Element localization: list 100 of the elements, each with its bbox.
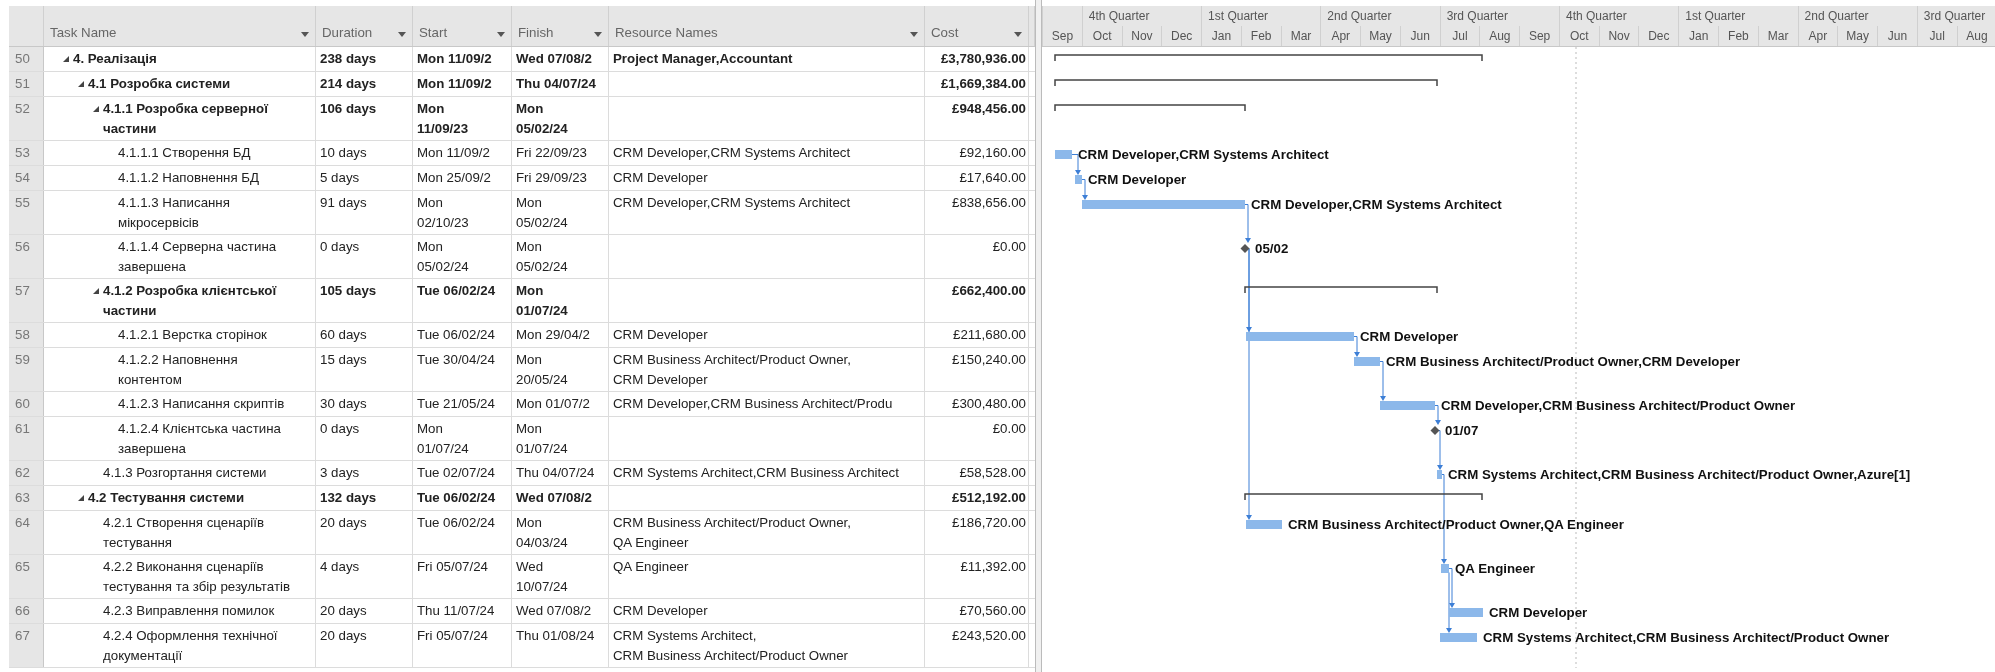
dependency-arrow	[1244, 204, 1251, 243]
duration-value: 0 days	[320, 238, 360, 256]
finish-date: Mon 01/07/24	[516, 282, 568, 320]
column-header[interactable]: Duration	[316, 6, 413, 46]
resource-names: CRM Developer	[613, 326, 708, 344]
row-number: 67	[9, 624, 44, 667]
month-label: Jul	[1452, 29, 1468, 43]
duration-value: 132 days	[320, 489, 377, 507]
dependency-arrow	[1353, 336, 1360, 357]
cost-value: £0.00	[992, 420, 1026, 438]
task-name: 4.2.3 Виправлення помилок	[103, 602, 275, 620]
row-number: 62	[9, 461, 44, 485]
duration-value: 15 days	[320, 351, 367, 369]
resource-names: CRM Developer	[613, 602, 708, 620]
start-date: Mon 01/07/24	[417, 420, 469, 458]
duration-value: 91 days	[320, 194, 367, 212]
start-date: Fri 05/07/24	[417, 558, 488, 576]
task-name: 4.2.2 Виконання сценаріїв тестування та збір результатів	[103, 558, 290, 596]
dropdown-arrow-icon[interactable]	[910, 32, 918, 37]
resource-label: CRM Systems Architect,CRM Business Architect/Product Owner,Azure[1]	[1448, 467, 1911, 482]
row-number: 63	[9, 486, 44, 510]
resource-label: CRM Systems Architect,CRM Business Architect/Product Owner	[1483, 630, 1890, 645]
start-date: Mon 25/09/2	[417, 169, 491, 187]
row-number: 51	[9, 72, 44, 96]
summary-bar[interactable]	[1054, 79, 1438, 87]
task-name: 4.2.4 Оформлення технічної документації	[103, 627, 278, 665]
dropdown-arrow-icon[interactable]	[1014, 32, 1022, 37]
resource-label: CRM Developer	[1088, 172, 1187, 187]
dropdown-arrow-icon[interactable]	[497, 32, 505, 37]
task-name: 4.1.2 Розробка клієнтської частини	[103, 282, 277, 320]
month-label: Jan	[1688, 29, 1709, 43]
collapse-icon[interactable]	[63, 55, 69, 62]
quarter-label: 1st Quarter	[1208, 9, 1269, 23]
column-header[interactable]: Start	[413, 6, 512, 46]
cost-value: £17,640.00	[959, 169, 1026, 187]
summary-bar[interactable]	[1244, 286, 1438, 294]
column-header[interactable]: Task Name	[44, 6, 316, 46]
start-date: Mon 11/09/2	[417, 144, 490, 162]
dropdown-arrow-icon[interactable]	[594, 32, 602, 37]
resource-label: CRM Developer	[1489, 605, 1588, 620]
collapse-icon[interactable]	[78, 80, 84, 87]
row-number: 64	[9, 511, 44, 554]
duration-value: 0 days	[320, 420, 360, 438]
dropdown-arrow-icon[interactable]	[301, 32, 309, 37]
month-label: Feb	[1728, 29, 1749, 43]
month-label: Mar	[1767, 29, 1789, 43]
duration-value: 238 days	[320, 50, 377, 68]
task-name: 4.1.1 Розробка серверної частини	[103, 100, 268, 138]
column-header[interactable]: Resource Names	[609, 6, 925, 46]
resource-names: CRM Systems Architect,CRM Business Architect	[613, 464, 899, 482]
start-date: Tue 06/02/24	[417, 514, 495, 532]
task-name: 4.1.1.3 Написання мікросервісів	[118, 194, 230, 232]
finish-date: Mon 05/02/24	[516, 194, 568, 232]
month-label: May	[1369, 29, 1392, 43]
month-label: Sep	[1528, 29, 1551, 43]
duration-value: 4 days	[320, 558, 360, 576]
milestone-date: 05/02	[1255, 241, 1289, 256]
summary-bar[interactable]	[1244, 493, 1483, 501]
resource-names: Project Manager,Accountant	[613, 50, 793, 68]
collapse-icon[interactable]	[93, 287, 99, 294]
finish-date: Mon 04/03/24	[516, 514, 568, 552]
cost-value: £92,160.00	[959, 144, 1026, 162]
task-name: 4.1.2.2 Наповнення контентом	[118, 351, 238, 389]
start-date: Tue 21/05/24	[417, 395, 495, 413]
row-number: 53	[9, 141, 44, 165]
dependency-arrow	[1379, 361, 1386, 401]
month-label: Nov	[1131, 29, 1153, 43]
cost-value: £58,528.00	[959, 464, 1026, 482]
cost-value: £243,520.00	[952, 627, 1026, 645]
column-header[interactable]: Finish	[512, 6, 609, 46]
cost-value: £186,720.00	[952, 514, 1026, 532]
summary-bar[interactable]	[1054, 104, 1246, 112]
collapse-icon[interactable]	[78, 494, 84, 501]
duration-value: 20 days	[320, 627, 367, 645]
milestone-diamond[interactable]	[1430, 426, 1440, 435]
start-date: Tue 02/07/24	[417, 464, 495, 482]
month-label: Jul	[1929, 29, 1945, 43]
finish-date: Mon 05/02/24	[516, 238, 568, 276]
quarter-label: 2nd Quarter	[1327, 9, 1392, 23]
milestone-diamond[interactable]	[1240, 244, 1250, 253]
month-label: Dec	[1171, 29, 1193, 43]
row-number: 52	[9, 97, 44, 140]
cost-value: £211,680.00	[953, 326, 1026, 344]
quarter-label: 4th Quarter	[1088, 9, 1150, 23]
finish-date: Mon 20/05/24	[516, 351, 568, 389]
quarter-label: 1st Quarter	[1685, 9, 1746, 23]
column-header[interactable]: Cost	[925, 6, 1029, 46]
resource-label: CRM Developer,CRM Systems Architect	[1251, 197, 1502, 212]
resource-label: CRM Developer	[1360, 329, 1459, 344]
finish-date: Fri 22/09/23	[516, 144, 587, 162]
month-label: Aug	[1489, 29, 1511, 43]
month-label: Mar	[1290, 29, 1312, 43]
finish-date: Mon 29/04/2	[516, 326, 590, 344]
summary-bar[interactable]	[1054, 54, 1483, 62]
collapse-icon[interactable]	[93, 105, 99, 112]
row-number: 59	[9, 348, 44, 391]
resource-label: QA Engineer	[1455, 561, 1536, 576]
start-date: Tue 06/02/24	[417, 489, 496, 507]
dropdown-arrow-icon[interactable]	[398, 32, 406, 37]
row-number: 56	[9, 235, 44, 278]
